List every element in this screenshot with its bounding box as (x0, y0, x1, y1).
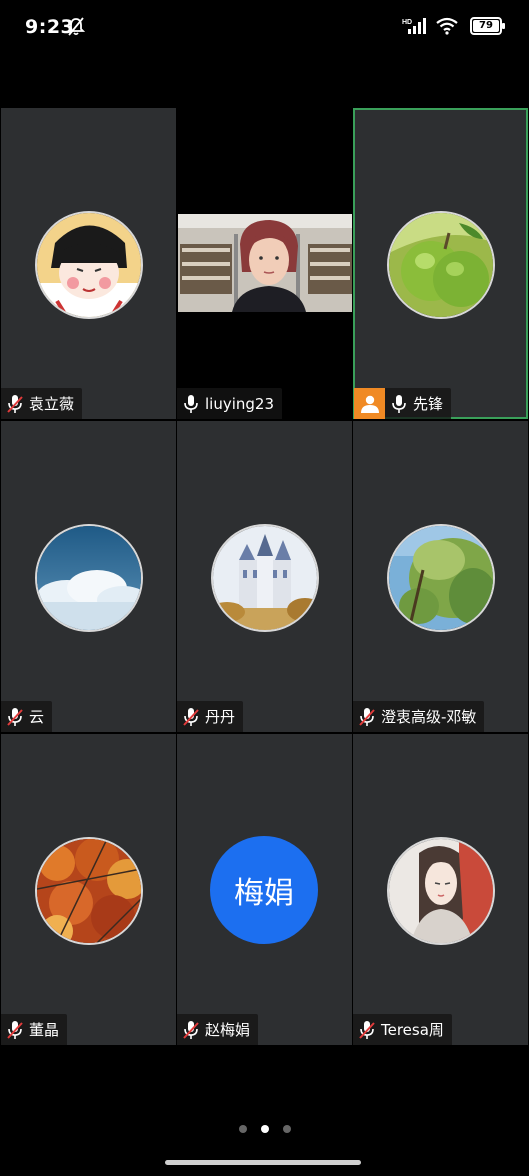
name-bar: 云 (1, 701, 53, 732)
page-dot[interactable] (238, 1125, 247, 1133)
host-badge (354, 388, 385, 419)
participant-name: Teresa周 (381, 1021, 444, 1039)
mic-muted-icon (359, 1020, 375, 1039)
participant-tile[interactable]: 澄衷高级-邓敏 (353, 421, 528, 732)
avatar (387, 211, 495, 319)
avatar (387, 837, 495, 945)
mic-muted-icon (183, 707, 199, 726)
participant-name: 董晶 (29, 1021, 60, 1039)
status-bar: 9:23 HD 79 (0, 0, 529, 56)
battery-level: 79 (473, 20, 499, 32)
host-person-icon (360, 395, 379, 413)
mic-muted-icon (7, 707, 23, 726)
page-dot-current[interactable] (260, 1125, 269, 1133)
name-bar: Teresa周 (353, 1014, 452, 1045)
page-indicator[interactable] (0, 1125, 529, 1133)
mic-muted-icon (359, 707, 375, 726)
hd-signal-icon: HD (402, 18, 426, 34)
participant-name: 先锋 (413, 395, 444, 413)
avatar (35, 524, 143, 632)
name-bar: 丹丹 (177, 701, 244, 732)
avatar (35, 211, 143, 319)
avatar (387, 524, 495, 632)
mic-muted-icon (7, 394, 23, 413)
mic-icon (392, 394, 406, 413)
video-feed (178, 214, 352, 312)
avatar (35, 837, 143, 945)
wifi-icon (436, 17, 458, 35)
participant-tile[interactable]: Teresa周 (353, 734, 528, 1045)
name-bar: liuying23 (177, 388, 283, 419)
battery-icon: 79 (470, 17, 505, 35)
participant-name: 赵梅娟 (205, 1021, 251, 1039)
dnd-icon (67, 17, 85, 36)
name-bar: 董晶 (1, 1014, 68, 1045)
text-avatar: 梅娟 (210, 836, 318, 944)
home-indicator[interactable] (165, 1160, 361, 1165)
participant-name: 袁立薇 (29, 395, 75, 413)
page-dot[interactable] (282, 1125, 291, 1133)
participant-tile[interactable]: 丹丹 (177, 421, 352, 732)
status-right: HD 79 (402, 17, 505, 35)
participant-tile[interactable]: 梅娟 赵梅娟 (177, 734, 352, 1045)
mic-muted-icon (183, 1020, 199, 1039)
participant-name: liuying23 (205, 394, 275, 413)
participant-tile[interactable]: 云 (1, 421, 176, 732)
mic-muted-icon (7, 1020, 23, 1039)
name-bar: 澄衷高级-邓敏 (353, 701, 485, 732)
avatar (211, 524, 319, 632)
participant-name: 丹丹 (205, 708, 236, 726)
participant-tile-active-speaker[interactable]: 先锋 (353, 108, 528, 419)
mic-icon (184, 394, 198, 413)
participant-tile-video[interactable]: liuying23 (177, 108, 352, 419)
hd-label: HD (402, 19, 412, 26)
participant-tile[interactable]: 董晶 (1, 734, 176, 1045)
name-bar: 先锋 (385, 388, 452, 419)
name-bar: 赵梅娟 (177, 1014, 259, 1045)
name-bar: 袁立薇 (1, 388, 83, 419)
participant-name: 云 (29, 708, 45, 726)
participant-tile[interactable]: 袁立薇 (1, 108, 176, 419)
participant-name: 澄衷高级-邓敏 (381, 708, 477, 726)
